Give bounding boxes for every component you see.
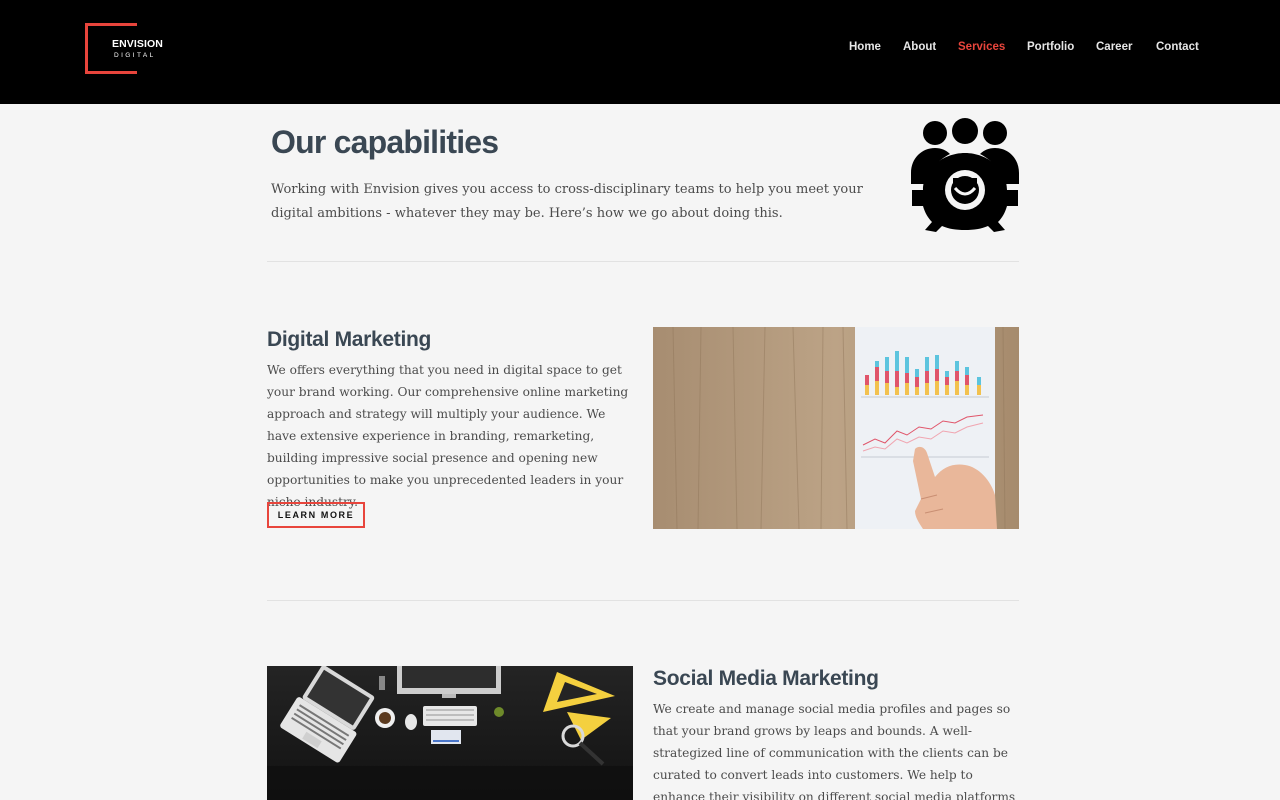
nav-about[interactable]: About xyxy=(903,41,936,53)
main-nav: Home About Services Portfolio Career Con… xyxy=(0,41,1280,57)
team-gear-icon xyxy=(908,118,1022,232)
learn-more-button[interactable]: LEARN MORE xyxy=(267,502,365,528)
nav-services[interactable]: Services xyxy=(958,41,1005,53)
site-header: ENVISION DIGITAL Home About Services Por… xyxy=(0,0,1280,104)
section-divider xyxy=(267,261,1019,262)
digital-marketing-image xyxy=(653,327,1019,529)
digital-marketing-text: We offers everything that you need in di… xyxy=(267,363,629,509)
intro-text: Working with Envision gives you access t… xyxy=(271,182,863,221)
nav-contact[interactable]: Contact xyxy=(1156,41,1199,53)
social-media-marketing-text: We create and manage social media profil… xyxy=(653,702,1016,800)
section-divider xyxy=(267,600,1019,601)
page-title: Our capabilities xyxy=(271,124,499,160)
nav-home[interactable]: Home xyxy=(849,41,881,53)
nav-portfolio[interactable]: Portfolio xyxy=(1027,41,1074,53)
nav-career[interactable]: Career xyxy=(1096,41,1132,53)
social-media-marketing-image xyxy=(267,666,633,800)
social-media-marketing-title: Social Media Marketing xyxy=(653,667,879,690)
logo-bracket-bottom xyxy=(85,71,136,74)
digital-marketing-title: Digital Marketing xyxy=(267,328,432,351)
logo-bracket-top xyxy=(85,23,136,26)
